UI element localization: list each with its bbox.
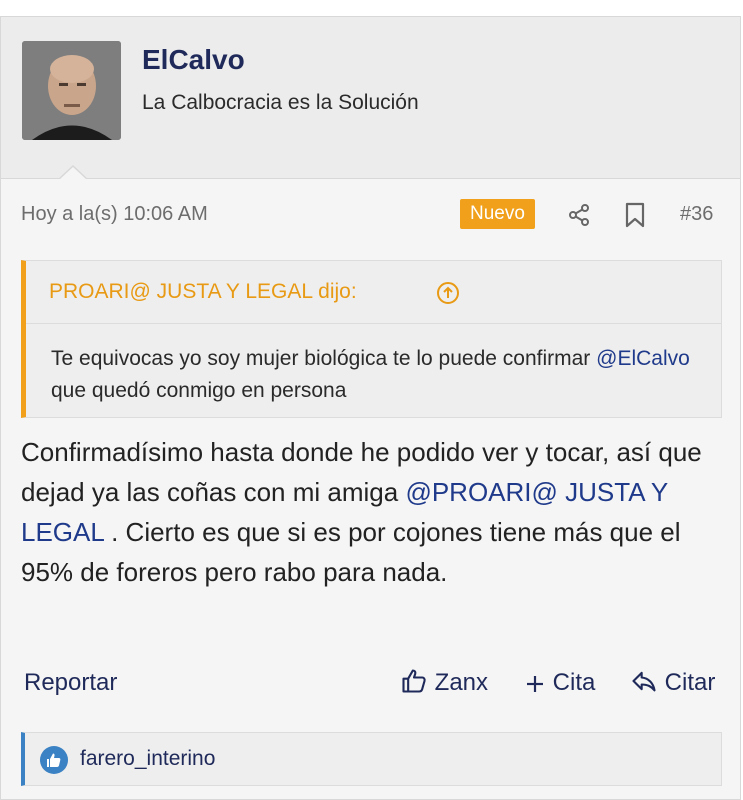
post-actions: Reportar Zanx Cita Citar [1,667,740,707]
quote-text: Te equivocas yo soy mujer biológica te l… [51,343,701,407]
reply-icon [632,671,656,692]
bookmark-icon[interactable] [625,202,645,228]
multiquote-label: Cita [552,669,596,696]
thumbs-up-icon [402,669,426,693]
quote-block: PROARI@ JUSTA Y LEGAL dijo: Te equivocas… [21,260,722,418]
plus-icon [527,676,543,692]
reactions-bar: farero_interino [21,732,722,786]
like-button[interactable]: Zanx [400,667,488,699]
thumbs-up-icon [47,753,61,767]
post-container: ElCalvo La Calbocracia es la Solución Ho… [0,16,741,800]
like-label: Zanx [434,669,489,696]
avatar-portrait [22,41,121,140]
quote-header: PROARI@ JUSTA Y LEGAL dijo: [26,261,721,324]
avatar[interactable] [22,41,121,140]
post-user-header: ElCalvo La Calbocracia es la Solución [1,17,740,180]
arrow-up-circle-icon[interactable] [436,281,460,305]
post-timestamp[interactable]: Hoy a la(s) 10:06 AM [21,203,208,226]
report-button[interactable]: Reportar [24,667,117,699]
new-badge: Nuevo [460,199,535,229]
like-reaction-icon [40,746,68,774]
post-number[interactable]: #36 [680,203,713,226]
header-pointer-fill [59,167,87,180]
post-text-end: . Cierto es que si es por cojones tiene … [21,517,681,587]
reply-button[interactable]: Citar [630,667,715,699]
username[interactable]: ElCalvo [142,44,245,76]
reply-label: Citar [664,669,716,696]
quote-author[interactable]: PROARI@ JUSTA Y LEGAL dijo: [49,280,357,304]
quote-mention-link[interactable]: @ElCalvo [596,347,690,370]
quote-text-start: Te equivocas yo soy mujer biológica te l… [51,347,597,370]
multiquote-button[interactable]: Cita [524,667,595,699]
reaction-user-link[interactable]: farero_interino [80,747,215,771]
post-body: Confirmadísimo hasta donde he podido ver… [21,432,726,592]
share-icon[interactable] [567,203,591,227]
quote-text-end: que quedó conmigo en persona [51,379,347,402]
user-title: La Calbocracia es la Solución [142,91,419,114]
